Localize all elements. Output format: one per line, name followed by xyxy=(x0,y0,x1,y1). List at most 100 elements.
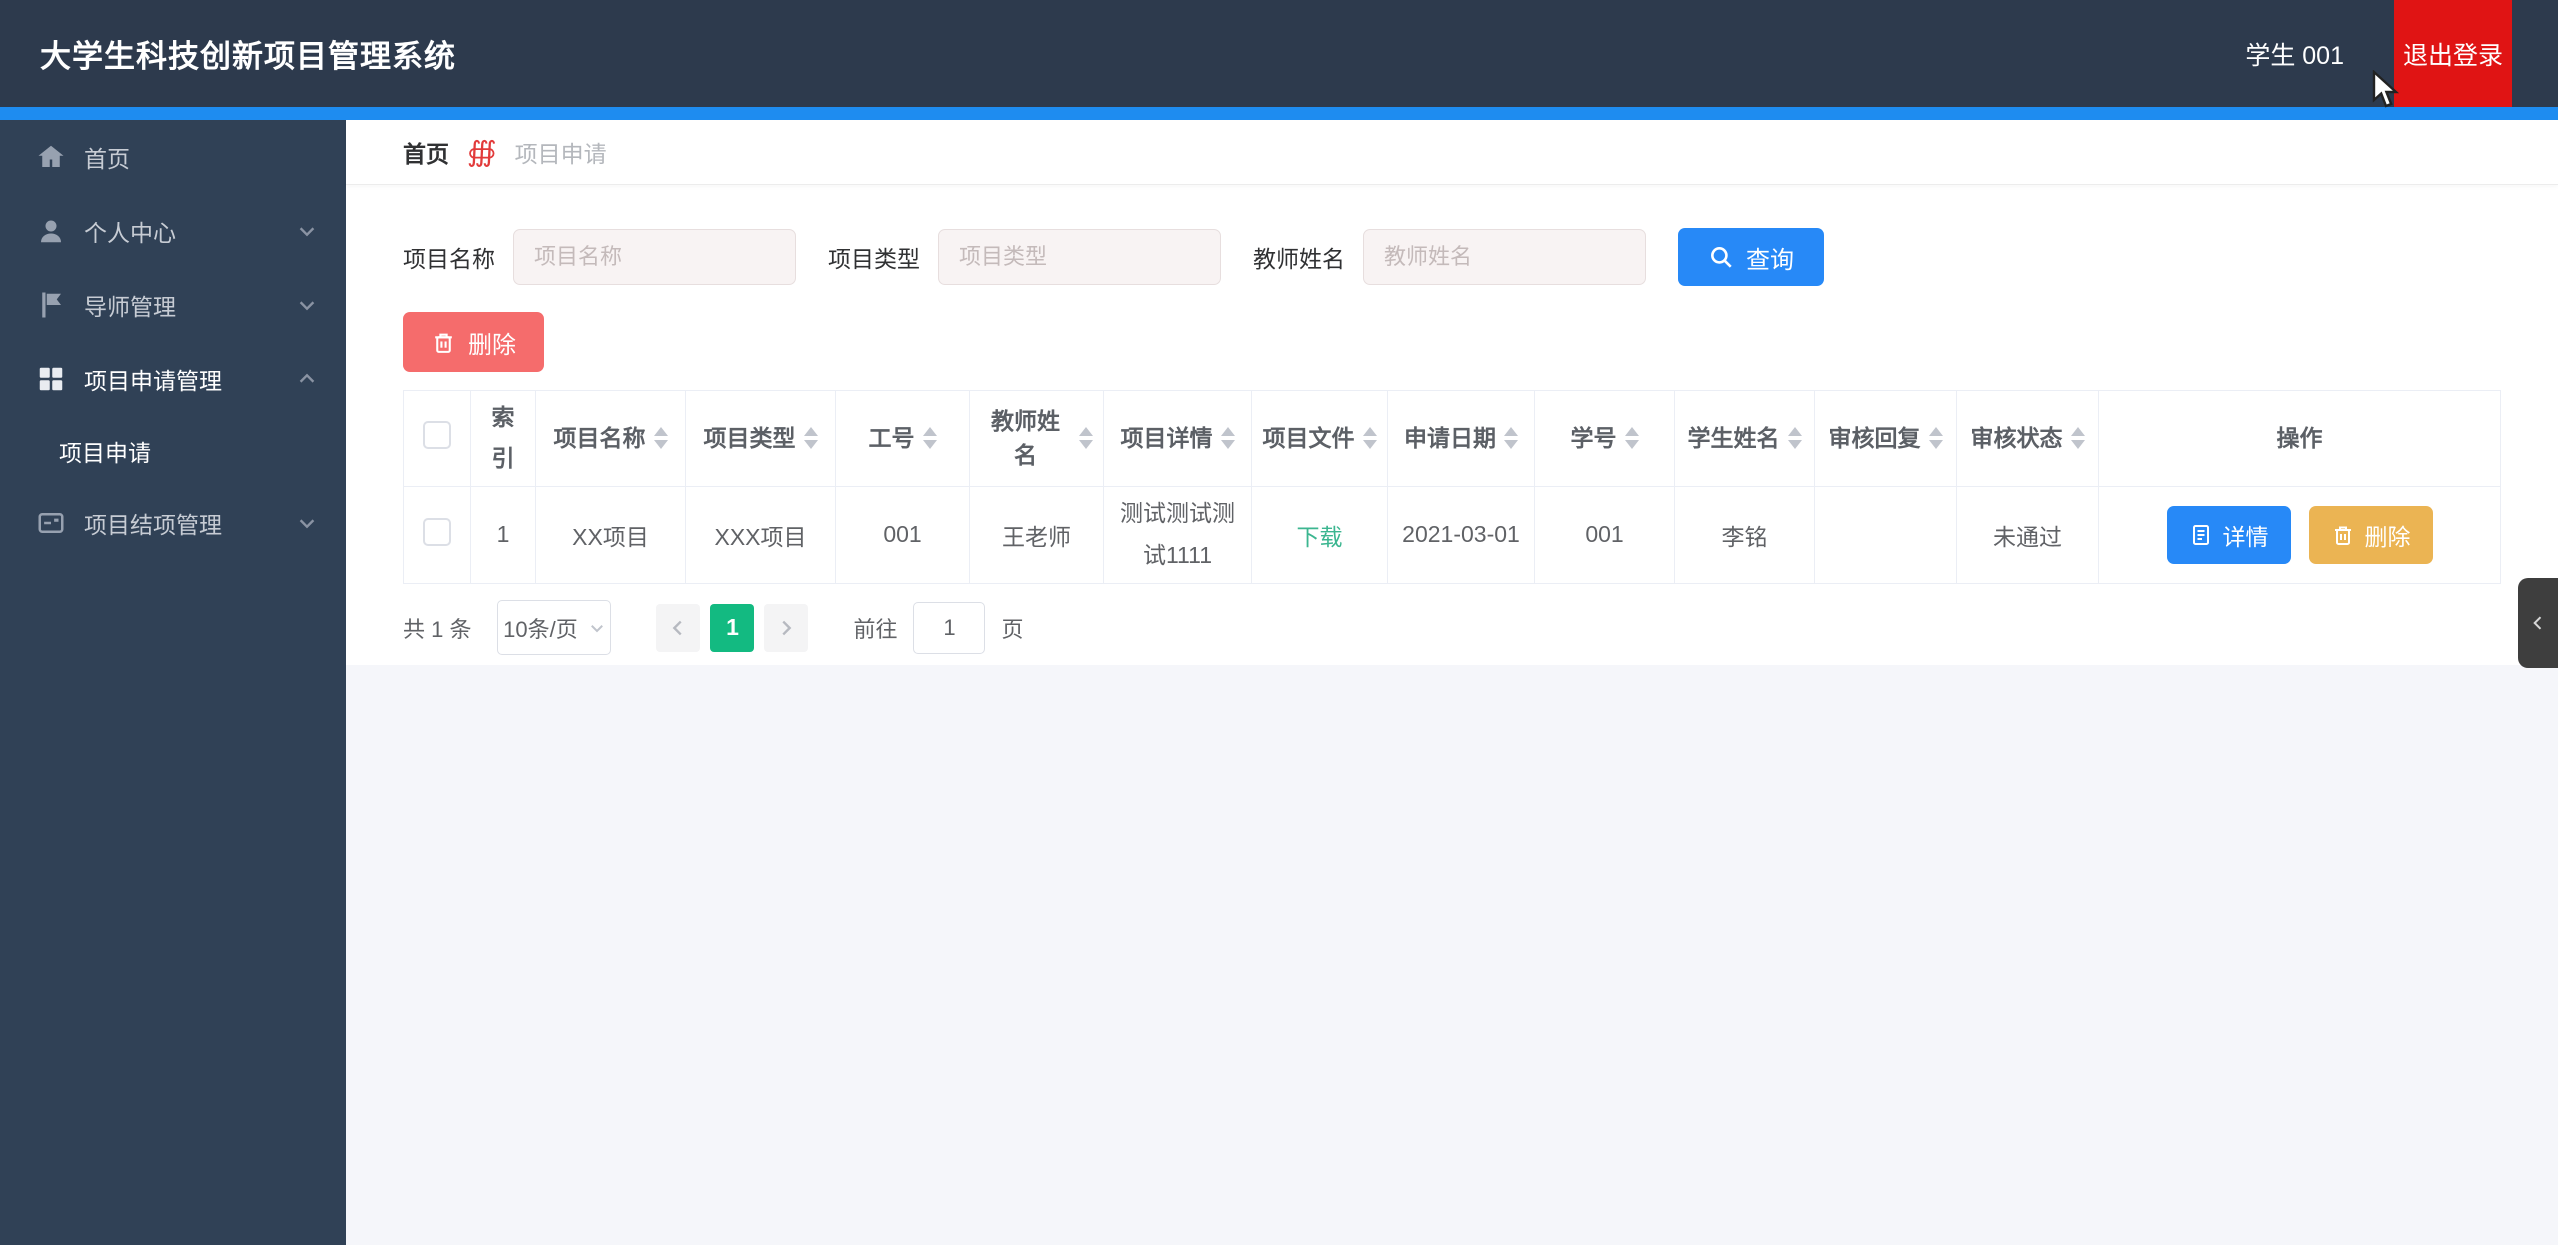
topbar-right: 学生 001 退出登录 xyxy=(2245,0,2512,107)
col-project-detail[interactable]: 项目详情 xyxy=(1103,390,1252,487)
search-button-label: 查询 xyxy=(1746,246,1794,274)
sort-icon[interactable] xyxy=(1362,427,1377,450)
sidebar-subitem-label: 项目申请 xyxy=(59,440,151,466)
app-title: 大学生科技创新项目管理系统 xyxy=(40,39,456,74)
cell-student-no: 001 xyxy=(1534,485,1675,584)
chevron-up-icon xyxy=(299,373,315,383)
col-student-name[interactable]: 学生姓名 xyxy=(1674,390,1815,487)
sidebar-item-project-application-management[interactable]: 项目申请管理 xyxy=(0,342,346,416)
sidebar-item-label: 导师管理 xyxy=(84,294,176,320)
sort-icon[interactable] xyxy=(1504,427,1518,450)
row-checkbox[interactable] xyxy=(423,517,451,546)
sidebar-subitem-project-application[interactable]: 项目申请 xyxy=(0,416,346,486)
sidebar-item-home[interactable]: 首页 xyxy=(0,120,346,194)
project-type-label: 项目类型 xyxy=(828,246,920,272)
logged-in-user: 学生 001 xyxy=(2245,41,2344,70)
col-review-status[interactable]: 审核状态 xyxy=(1956,390,2099,487)
page-number-button[interactable]: 1 xyxy=(710,603,755,652)
sort-icon[interactable] xyxy=(653,427,668,450)
cell-student-name: 李铭 xyxy=(1674,485,1815,584)
home-icon xyxy=(38,145,64,167)
cell-review-status: 未通过 xyxy=(1956,485,2099,584)
logout-button[interactable]: 退出登录 xyxy=(2394,0,2512,107)
col-project-name[interactable]: 项目名称 xyxy=(535,390,686,487)
sidebar: 首页 个人中心 导师管理 项目申请管理 项目申请 项目结项管理 xyxy=(0,120,346,1245)
page-size-select[interactable]: 10条/页 xyxy=(497,600,612,656)
col-apply-date[interactable]: 申请日期 xyxy=(1387,390,1535,487)
cell-project-file: 下载 xyxy=(1251,485,1388,584)
chevron-right-icon xyxy=(782,620,792,636)
table-header-row: 索引 项目名称 项目类型 工号 教师姓名 项目详情 项目文件 申请日期 学号 学… xyxy=(403,390,2501,487)
cell-apply-date: 2021-03-01 xyxy=(1387,485,1535,584)
cell-job-no: 001 xyxy=(835,485,970,584)
projects-table: 索引 项目名称 项目类型 工号 教师姓名 项目详情 项目文件 申请日期 学号 学… xyxy=(403,390,2501,584)
search-button[interactable]: 查询 xyxy=(1678,228,1824,286)
bulk-delete-label: 删除 xyxy=(468,331,516,359)
cell-index: 1 xyxy=(470,485,536,584)
pagination: 共 1 条 10条/页 1 前往 页 xyxy=(403,600,2558,656)
goto-page-input[interactable] xyxy=(913,601,986,654)
accent-strip xyxy=(0,107,2558,120)
cell-project-type: XXX项目 xyxy=(685,485,836,584)
search-icon xyxy=(1711,247,1732,268)
card-icon xyxy=(38,513,64,533)
col-operations: 操作 xyxy=(2098,390,2501,487)
bulk-delete-button[interactable]: 删除 xyxy=(403,312,544,372)
detail-button[interactable]: 详情 xyxy=(2166,505,2291,564)
chevron-down-icon xyxy=(299,519,315,529)
sidebar-item-label: 个人中心 xyxy=(84,220,176,246)
sort-icon[interactable] xyxy=(1624,427,1639,450)
top-navbar: 大学生科技创新项目管理系统 学生 001 退出登录 xyxy=(0,0,2558,107)
col-teacher-name[interactable]: 教师姓名 xyxy=(969,390,1104,487)
sidebar-item-project-closing-management[interactable]: 项目结项管理 xyxy=(0,486,346,560)
col-project-file[interactable]: 项目文件 xyxy=(1251,390,1388,487)
pagination-total: 共 1 条 xyxy=(403,616,472,642)
header-select-all xyxy=(403,390,471,487)
sort-icon[interactable] xyxy=(2070,427,2085,450)
panel-collapse-handle[interactable] xyxy=(2518,578,2558,668)
main-content: 首页 ∰ 项目申请 项目名称 项目类型 教师姓名 查询 删除 xyxy=(346,120,2558,665)
teacher-name-input[interactable] xyxy=(1363,229,1646,285)
table-row: 1 XX项目 XXX项目 001 王老师 测试测试测试1111 下载 2021-… xyxy=(403,485,2501,584)
breadcrumb-separator-icon: ∰ xyxy=(467,136,497,167)
row-select-cell xyxy=(403,485,471,584)
chevron-left-icon xyxy=(2533,616,2542,630)
project-name-input[interactable] xyxy=(513,229,796,285)
col-project-type[interactable]: 项目类型 xyxy=(685,390,836,487)
sidebar-item-personal-center[interactable]: 个人中心 xyxy=(0,194,346,268)
project-name-label: 项目名称 xyxy=(403,246,495,272)
page-unit-label: 页 xyxy=(1001,616,1024,642)
sort-icon[interactable] xyxy=(1079,427,1093,450)
next-page-button[interactable] xyxy=(764,603,809,652)
sort-icon[interactable] xyxy=(1220,427,1235,450)
flag-icon xyxy=(42,292,61,318)
trash-icon xyxy=(435,333,452,353)
download-link[interactable]: 下载 xyxy=(1297,524,1343,550)
col-job-no[interactable]: 工号 xyxy=(835,390,970,487)
select-all-checkbox[interactable] xyxy=(423,421,451,450)
cell-project-name: XX项目 xyxy=(535,485,686,584)
teacher-name-label: 教师姓名 xyxy=(1253,246,1345,272)
sort-icon[interactable] xyxy=(1787,427,1802,450)
col-index: 索引 xyxy=(470,390,536,487)
sort-icon[interactable] xyxy=(922,427,937,450)
grid-icon xyxy=(39,367,63,391)
project-type-input[interactable] xyxy=(938,229,1221,285)
sidebar-item-mentor-management[interactable]: 导师管理 xyxy=(0,268,346,342)
cell-project-detail: 测试测试测试1111 xyxy=(1103,485,1252,584)
row-delete-button[interactable]: 删除 xyxy=(2308,505,2433,564)
col-review-reply[interactable]: 审核回复 xyxy=(1814,390,1957,487)
breadcrumb-home[interactable]: 首页 xyxy=(403,135,449,169)
sort-icon[interactable] xyxy=(1928,427,1943,450)
cell-teacher-name: 王老师 xyxy=(969,485,1104,584)
col-student-no[interactable]: 学号 xyxy=(1534,390,1675,487)
prev-page-button[interactable] xyxy=(656,603,701,652)
cell-operations: 详情 删除 xyxy=(2098,485,2501,584)
sort-icon[interactable] xyxy=(803,427,818,450)
sidebar-item-label: 首页 xyxy=(84,146,130,172)
sidebar-item-label: 项目申请管理 xyxy=(84,368,222,394)
chevron-down-icon xyxy=(299,301,315,311)
page-size-value: 10条/页 xyxy=(503,616,578,642)
chevron-down-icon xyxy=(590,624,603,633)
sidebar-item-label: 项目结项管理 xyxy=(84,512,222,538)
